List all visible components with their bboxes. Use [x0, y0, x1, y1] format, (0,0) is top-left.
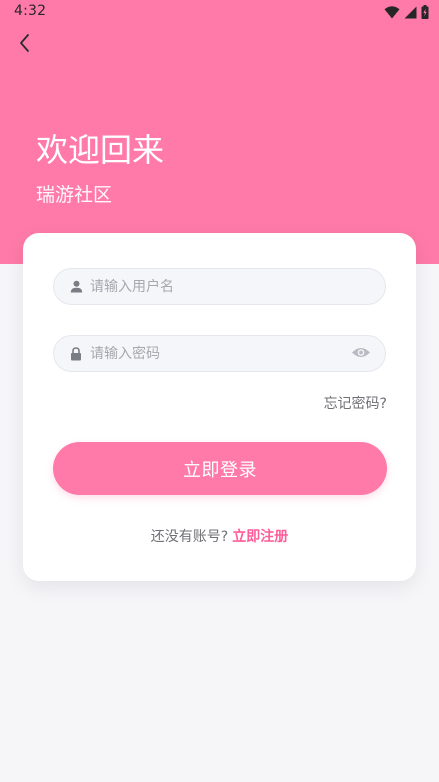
header-banner: 4:32 欢迎回来 瑞游社区 — [0, 0, 439, 264]
password-input[interactable] — [90, 336, 350, 371]
signup-prompt: 还没有账号? — [150, 529, 229, 545]
community-subtitle: 瑞游社区 — [36, 184, 113, 206]
password-field[interactable] — [53, 335, 386, 372]
username-input[interactable] — [90, 269, 385, 304]
welcome-title: 欢迎回来 — [36, 131, 165, 169]
wifi-icon — [384, 5, 400, 19]
status-icons — [384, 5, 429, 19]
login-card: 忘记密码? 立即登录 还没有账号?立即注册 — [23, 233, 416, 581]
login-button[interactable]: 立即登录 — [53, 442, 387, 495]
forgot-password-link[interactable]: 忘记密码? — [324, 393, 387, 413]
status-time: 4:32 — [14, 3, 47, 19]
battery-icon — [421, 5, 429, 19]
eye-icon — [351, 344, 371, 363]
signal-icon — [404, 6, 417, 19]
lock-icon — [69, 346, 83, 361]
signup-link[interactable]: 立即注册 — [232, 529, 288, 545]
back-button[interactable] — [12, 33, 36, 57]
chevron-left-icon — [17, 33, 31, 57]
username-field[interactable] — [53, 268, 386, 305]
password-visibility-toggle[interactable] — [350, 343, 372, 365]
status-bar: 4:32 — [0, 0, 439, 26]
person-icon — [69, 280, 83, 294]
signup-row: 还没有账号? 立即注册 — [23, 526, 416, 546]
